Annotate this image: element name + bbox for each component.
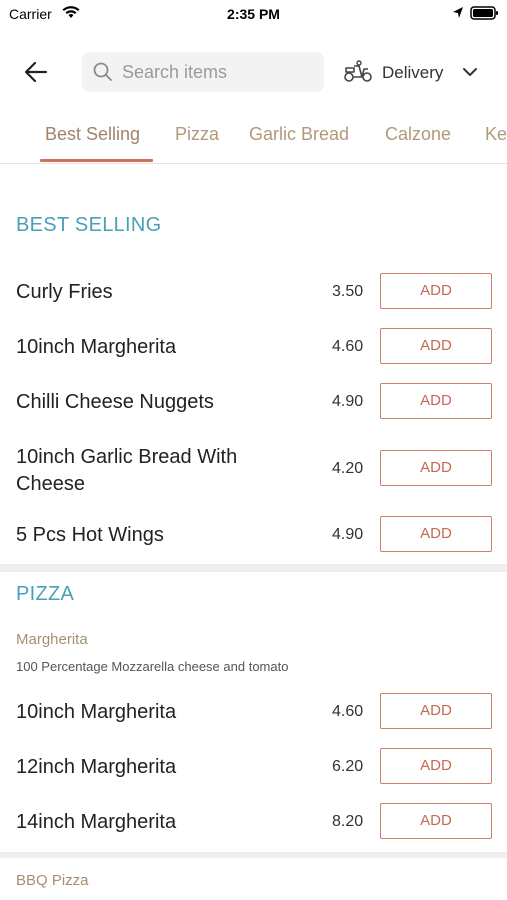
item-price: 6.20: [332, 758, 364, 775]
back-arrow-icon: [24, 61, 48, 83]
search-icon: [92, 61, 114, 88]
item-name: 12inch Margherita: [16, 756, 177, 778]
tab-calzone[interactable]: Calzone: [385, 124, 451, 145]
add-button[interactable]: ADD: [380, 803, 492, 839]
section-title-pizza: PIZZA: [16, 583, 75, 605]
item-name: 10inch Margherita: [16, 336, 177, 358]
add-button[interactable]: ADD: [380, 450, 492, 486]
item-name: Chilli Cheese Nuggets: [16, 391, 214, 413]
add-button[interactable]: ADD: [380, 328, 492, 364]
item-price: 4.60: [332, 338, 364, 355]
item-name: 5 Pcs Hot Wings: [16, 524, 164, 546]
tab-garlic-bread[interactable]: Garlic Bread: [249, 124, 349, 145]
group-title: BBQ Pizza: [16, 872, 89, 889]
delivery-label: Delivery: [382, 63, 444, 82]
add-button[interactable]: ADD: [380, 383, 492, 419]
active-tab-indicator: [40, 159, 153, 162]
category-tabs: Best Selling Pizza Garlic Bread Calzone …: [0, 104, 507, 164]
item-name: 10inch Garlic Bread With Cheese: [16, 446, 238, 495]
add-button[interactable]: ADD: [380, 693, 492, 729]
battery-icon: [470, 5, 500, 26]
location-arrow-icon: [452, 6, 464, 25]
delivery-selector[interactable]: Delivery: [340, 52, 490, 92]
scooter-icon: [342, 60, 374, 89]
add-button[interactable]: ADD: [380, 748, 492, 784]
search-box[interactable]: [82, 52, 324, 92]
group-description: 100 Percentage Mozzarella cheese and tom…: [16, 659, 289, 674]
item-price: 4.20: [332, 460, 364, 477]
search-input[interactable]: [122, 52, 318, 92]
add-button[interactable]: ADD: [380, 516, 492, 552]
item-name: 10inch Margherita: [16, 701, 177, 723]
section-divider: [0, 852, 507, 858]
chevron-down-icon: [462, 65, 478, 83]
menu-list[interactable]: BEST SELLING Curly Fries 3.50 ADD 10inch…: [0, 164, 507, 900]
item-price: 3.50: [332, 283, 364, 300]
item-price: 8.20: [332, 813, 364, 830]
tab-pizza[interactable]: Pizza: [175, 124, 219, 145]
tab-best-selling[interactable]: Best Selling: [45, 124, 140, 145]
header: Delivery: [0, 40, 507, 104]
section-title-best-selling: BEST SELLING: [16, 214, 162, 236]
item-name: Curly Fries: [16, 281, 113, 303]
group-title: Margherita: [16, 631, 88, 648]
tab-kebab[interactable]: Ke: [485, 124, 507, 145]
item-price: 4.90: [332, 526, 364, 543]
add-button[interactable]: ADD: [380, 273, 492, 309]
back-button[interactable]: [22, 58, 50, 86]
item-name: 14inch Margherita: [16, 811, 177, 833]
status-time: 2:35 PM: [227, 6, 280, 22]
status-bar: Carrier 2:35 PM: [0, 0, 507, 30]
item-price: 4.90: [332, 393, 364, 410]
section-divider: [0, 564, 507, 572]
item-price: 4.60: [332, 703, 364, 720]
